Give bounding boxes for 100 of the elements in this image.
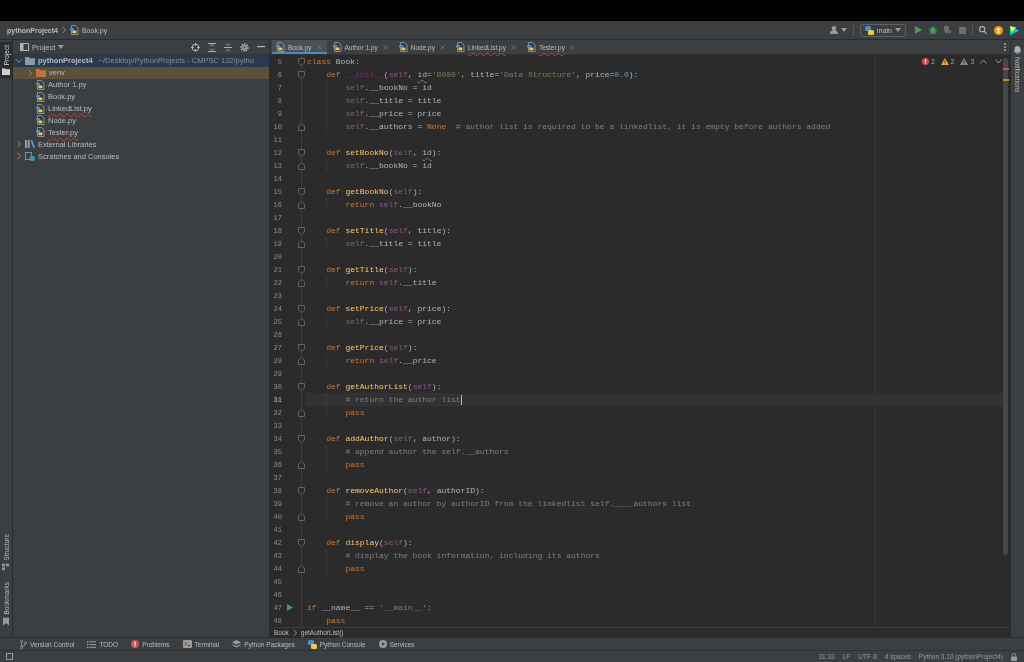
- fold-icon[interactable]: [298, 382, 305, 391]
- python-file-icon: [276, 42, 285, 52]
- code-line: def removeAuthor(self, authorID):: [326, 486, 485, 495]
- fold-icon[interactable]: [298, 265, 305, 274]
- warning-icon: [940, 58, 949, 65]
- python-file-icon: [36, 79, 45, 90]
- gear-icon[interactable]: [240, 42, 249, 52]
- fold-icon[interactable]: [298, 317, 305, 326]
- close-icon[interactable]: [316, 44, 322, 50]
- code-line: return self.__bookNo: [345, 200, 442, 209]
- fold-icon[interactable]: [298, 356, 305, 365]
- fold-icon[interactable]: [298, 200, 305, 209]
- fold-icon[interactable]: [298, 304, 305, 313]
- error-circle-icon: [131, 640, 140, 648]
- list-icon: [87, 640, 97, 648]
- close-icon[interactable]: [510, 44, 516, 50]
- code-line: def addAuthor(self, author):: [326, 434, 461, 443]
- code-line: # remove an author by authorID from the linkedlist self.____authors list: [345, 499, 692, 508]
- code-line: self.__price = price: [345, 317, 442, 326]
- code-line: def setPrice(self, price):: [326, 304, 452, 313]
- fold-icon[interactable]: [298, 187, 305, 196]
- bug-icon[interactable]: [929, 26, 937, 34]
- down-chevron-icon[interactable]: [995, 59, 1002, 64]
- fold-icon[interactable]: [298, 57, 305, 66]
- fold-icon[interactable]: [298, 538, 305, 547]
- code-line: def setTitle(self, title):: [326, 226, 452, 235]
- code-line: self.__bookNo = id: [345, 161, 432, 170]
- fold-icon[interactable]: [298, 486, 305, 495]
- fold-icon[interactable]: [298, 122, 305, 131]
- close-icon[interactable]: [439, 44, 445, 50]
- fold-icon[interactable]: [298, 434, 305, 443]
- bell-icon: [1014, 46, 1021, 54]
- fold-icon[interactable]: [298, 161, 305, 170]
- code-line: def getTitle(self):: [326, 265, 418, 274]
- fold-icon[interactable]: [298, 148, 305, 157]
- fold-icon[interactable]: [298, 226, 305, 235]
- caret-icon: [58, 45, 65, 49]
- code-line: pass: [345, 564, 365, 573]
- lock-icon[interactable]: [1011, 652, 1017, 661]
- chevron-right-icon[interactable]: [27, 68, 33, 77]
- blocks-icon: [2, 563, 10, 571]
- code-line: self.__title = title: [345, 96, 442, 105]
- caret-icon: [840, 28, 847, 32]
- update-badge-icon[interactable]: [994, 25, 1003, 35]
- person-icon[interactable]: [829, 26, 838, 34]
- code-line: def getAuthorList(self):: [326, 382, 442, 391]
- collapse-all-icon[interactable]: [224, 42, 232, 52]
- search-icon[interactable]: [979, 26, 987, 34]
- up-chevron-icon[interactable]: [980, 59, 987, 64]
- branch-icon: [20, 639, 27, 649]
- code-line: def setBookNo(self, id):: [326, 148, 442, 157]
- library-icon: [25, 140, 35, 149]
- layers-icon: [232, 640, 242, 648]
- fold-icon[interactable]: [298, 239, 305, 248]
- scratch-file-icon: [25, 151, 35, 161]
- fold-icon[interactable]: [298, 278, 305, 287]
- shield-play-icon[interactable]: [944, 26, 952, 34]
- weak-warning-icon: [960, 58, 969, 65]
- code-line: if __name__ == '__main__':: [307, 603, 432, 612]
- fold-icon[interactable]: [298, 564, 305, 573]
- python-file-icon: [526, 42, 536, 52]
- fold-icon[interactable]: [298, 460, 305, 469]
- python-file-icon: [398, 42, 408, 52]
- python-file-icon: [36, 91, 45, 102]
- python-file-icon: [455, 42, 465, 52]
- code-line: def getBookNo(self):: [326, 187, 423, 196]
- code-line: class Book:: [307, 57, 360, 66]
- stop-icon[interactable]: [959, 26, 966, 34]
- code-line: self.__title = title: [345, 239, 442, 248]
- python-file-icon: [36, 115, 45, 126]
- bookmark-icon: [3, 618, 9, 626]
- fold-icon[interactable]: [298, 408, 305, 417]
- code-line: self.__authors = None # author list is required to be a linkedlist, it is empty before authors added: [345, 122, 831, 131]
- code-line: self.__bookNo = id: [345, 83, 432, 92]
- code-line: pass: [345, 408, 365, 417]
- run-icon[interactable]: [286, 604, 293, 611]
- minimize-icon[interactable]: [257, 46, 265, 48]
- run-icon[interactable]: [915, 26, 922, 34]
- close-icon[interactable]: [382, 44, 388, 50]
- code-line: pass: [345, 460, 365, 469]
- caret-icon: [895, 28, 901, 32]
- code-line: # append author the self.__authors: [345, 447, 509, 456]
- target-icon[interactable]: [191, 42, 200, 52]
- close-icon[interactable]: [569, 44, 575, 50]
- python-file-icon: [36, 103, 45, 114]
- text-cursor: [460, 394, 462, 405]
- window-toggle-icon[interactable]: [6, 653, 13, 660]
- python-file-icon: [332, 42, 342, 52]
- fold-icon[interactable]: [298, 343, 305, 352]
- chevron-down-icon[interactable]: [15, 57, 23, 64]
- expand-all-icon[interactable]: [208, 42, 216, 52]
- logo-icon[interactable]: [1010, 25, 1019, 35]
- code-line: self.__price = price: [345, 109, 442, 118]
- folder-icon: [2, 68, 10, 76]
- code-line: pass: [345, 512, 365, 521]
- chevron-right-icon: [60, 26, 67, 34]
- fold-icon[interactable]: [298, 70, 305, 79]
- fold-icon[interactable]: [298, 512, 305, 521]
- python-file-icon: [69, 25, 79, 35]
- code-line: def __init__(self, id='B000', title='Data Structure', price=0.0):: [326, 70, 639, 79]
